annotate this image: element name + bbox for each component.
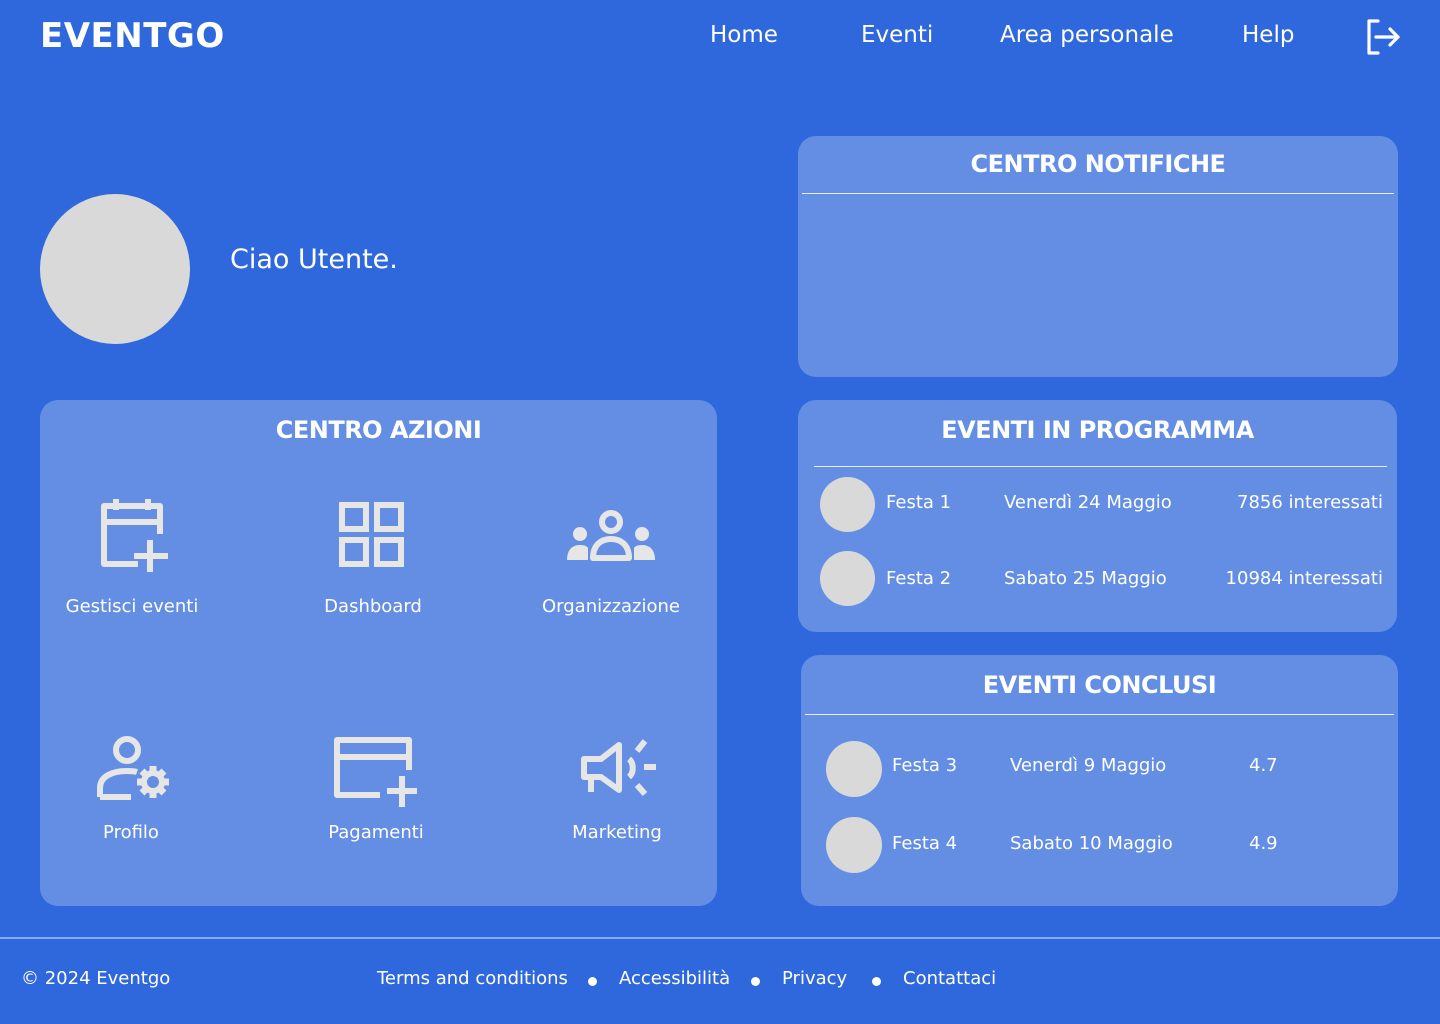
nav-area-personale[interactable]: Area personale — [1000, 22, 1174, 48]
event-name[interactable]: Festa 1 — [886, 492, 951, 513]
dashboard-icon — [333, 496, 413, 576]
notifications-divider — [802, 193, 1394, 194]
footer-separator-dot — [588, 977, 597, 986]
event-rating: 4.9 — [1249, 833, 1278, 854]
actions-title: CENTRO AZIONI — [275, 416, 482, 444]
past-events-panel: EVENTI CONCLUSI Festa 3 Venerdì 9 Maggio… — [801, 655, 1398, 906]
event-avatar — [820, 477, 875, 532]
actions-panel: CENTRO AZIONI Gestisci eventi Dashboard … — [40, 400, 717, 906]
action-label: Profilo — [103, 822, 159, 843]
upcoming-title: EVENTI IN PROGRAMMA — [941, 416, 1254, 444]
action-label: Dashboard — [324, 596, 422, 617]
footer-link-terms[interactable]: Terms and conditions — [377, 968, 568, 989]
greeting-text: Ciao Utente. — [230, 244, 398, 275]
footer-link-contact[interactable]: Contattaci — [903, 968, 996, 989]
action-gestisci-eventi[interactable]: Gestisci eventi — [66, 496, 198, 626]
upcoming-divider — [814, 466, 1387, 467]
event-date: Sabato 10 Maggio — [1010, 833, 1173, 854]
event-date: Sabato 25 Maggio — [1004, 568, 1167, 589]
action-marketing[interactable]: Marketing — [572, 730, 662, 850]
footer-link-privacy[interactable]: Privacy — [782, 968, 847, 989]
footer-divider — [0, 937, 1440, 939]
event-date: Venerdì 9 Maggio — [1010, 755, 1167, 776]
past-title: EVENTI CONCLUSI — [982, 671, 1217, 699]
logout-icon[interactable] — [1362, 16, 1404, 58]
card-add-icon — [334, 730, 418, 810]
action-label: Pagamenti — [328, 822, 424, 843]
event-name[interactable]: Festa 4 — [892, 833, 957, 854]
footer-copyright: © 2024 Eventgo — [21, 968, 171, 989]
user-avatar[interactable] — [40, 194, 190, 344]
past-divider — [805, 714, 1394, 715]
nav-home[interactable]: Home — [710, 22, 778, 48]
footer-separator-dot — [751, 977, 760, 986]
action-organizzazione[interactable]: Organizzazione — [542, 496, 680, 626]
event-avatar — [826, 741, 882, 797]
event-name[interactable]: Festa 3 — [892, 755, 957, 776]
megaphone-icon — [574, 730, 660, 810]
nav-help[interactable]: Help — [1242, 22, 1294, 48]
user-settings-icon — [91, 730, 171, 810]
event-interested: 10984 interessati — [1225, 568, 1383, 589]
nav-eventi[interactable]: Eventi — [861, 22, 933, 48]
event-date: Venerdì 24 Maggio — [1004, 492, 1172, 513]
event-rating: 4.7 — [1249, 755, 1278, 776]
notifications-panel: CENTRO NOTIFICHE — [798, 136, 1398, 377]
notifications-title: CENTRO NOTIFICHE — [970, 150, 1226, 178]
action-label: Gestisci eventi — [65, 596, 199, 617]
action-profilo[interactable]: Profilo — [91, 730, 171, 850]
event-avatar — [820, 551, 875, 606]
upcoming-events-panel: EVENTI IN PROGRAMMA Festa 1 Venerdì 24 M… — [798, 400, 1397, 632]
action-dashboard[interactable]: Dashboard — [324, 496, 422, 626]
action-label: Marketing — [572, 822, 662, 843]
calendar-add-icon — [92, 496, 172, 576]
footer-separator-dot — [872, 977, 881, 986]
group-icon — [563, 496, 659, 576]
event-interested: 7856 interessati — [1237, 492, 1383, 513]
footer-link-accessibility[interactable]: Accessibilità — [619, 968, 730, 989]
event-name[interactable]: Festa 2 — [886, 568, 951, 589]
action-pagamenti[interactable]: Pagamenti — [328, 730, 424, 850]
action-label: Organizzazione — [542, 596, 680, 617]
app-logo[interactable]: EVENTGO — [40, 16, 225, 56]
event-avatar — [826, 817, 882, 873]
